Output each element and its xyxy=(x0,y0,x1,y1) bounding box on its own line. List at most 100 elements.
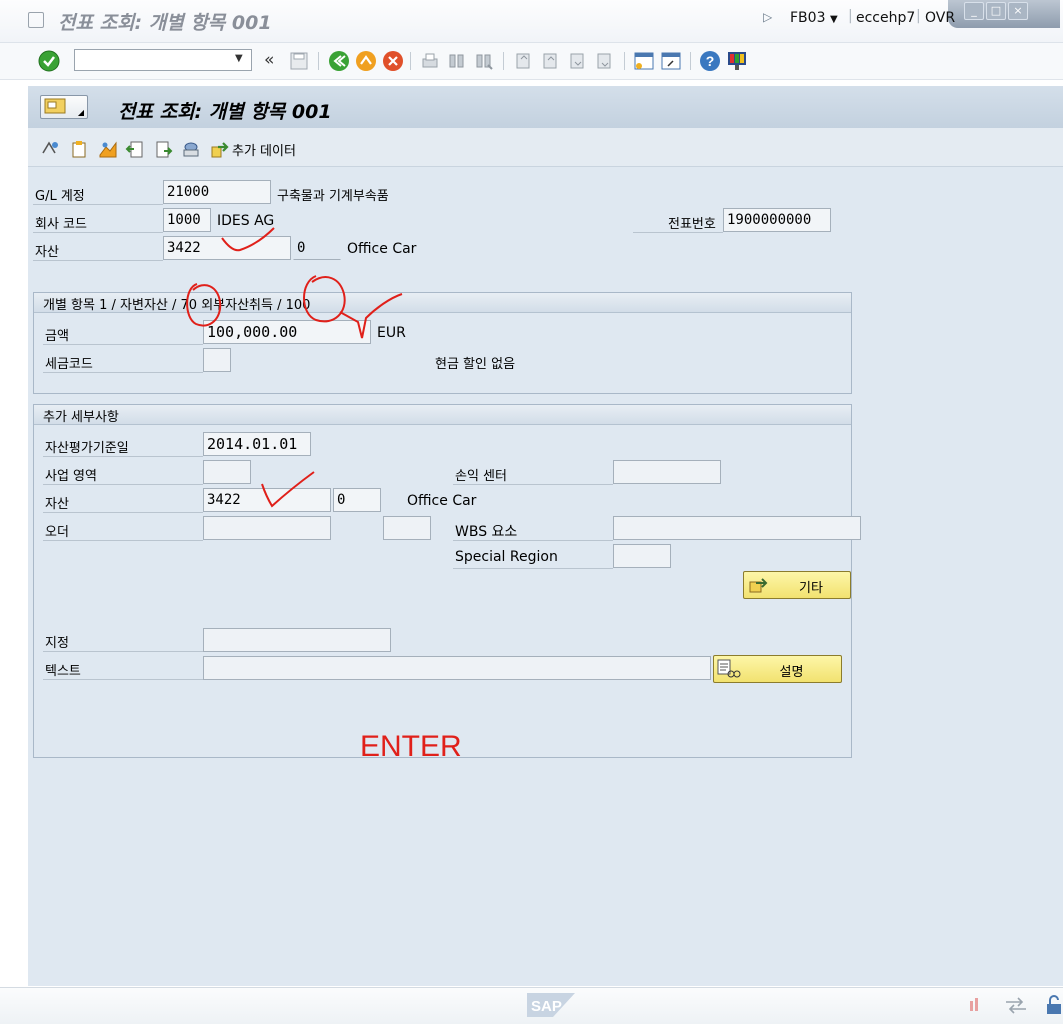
value-date-field[interactable]: 2014.01.01 xyxy=(203,432,311,456)
additional-data-button[interactable]: 추가 데이터 xyxy=(232,140,296,159)
screen-menu-button[interactable]: ◢ xyxy=(40,95,88,119)
gl-account-field[interactable]: 21000 xyxy=(163,180,271,204)
additional-details-header: 추가 세부사항 xyxy=(34,405,851,425)
status-transaction[interactable]: FB03 ▼ xyxy=(790,10,838,26)
window-controls: _ □ × xyxy=(948,0,1060,28)
label-underline xyxy=(43,344,203,345)
cancel-icon[interactable] xyxy=(382,50,404,72)
next-item-icon[interactable] xyxy=(154,139,174,159)
tax-code-label: 세금코드 xyxy=(45,357,93,372)
line-item-group: 개별 항목 1 / 자변자산 / 70 외부자산취득 / 100 xyxy=(33,292,852,394)
back-icon[interactable] xyxy=(328,50,350,72)
label-underline xyxy=(43,679,203,680)
transaction-code: FB03 xyxy=(790,10,826,26)
sap-gui-status-icon xyxy=(970,998,978,1011)
order-extra-field[interactable] xyxy=(383,516,431,540)
window-title: 전표 조회: 개별 항목 001 xyxy=(58,12,272,34)
collapse-toolbar-icon[interactable]: « xyxy=(264,50,274,70)
value-date-label: 자산평가기준일 xyxy=(45,441,129,456)
toolbar-separator xyxy=(410,52,411,70)
document-header-icon[interactable] xyxy=(69,139,89,159)
print-item-icon[interactable] xyxy=(181,139,201,159)
asset-subnumber-field[interactable]: 0 xyxy=(293,236,341,260)
menu-icon xyxy=(44,98,66,114)
last-page-icon[interactable] xyxy=(594,51,614,71)
profit-center-field[interactable] xyxy=(613,460,721,484)
overview-icon[interactable] xyxy=(98,139,118,159)
label-underline xyxy=(633,232,723,233)
command-field[interactable] xyxy=(74,49,252,71)
new-session-icon[interactable] xyxy=(633,50,655,72)
describe-button[interactable]: 설명 xyxy=(713,655,842,683)
asset-number-field[interactable]: 3422 xyxy=(163,236,291,260)
special-region-field[interactable] xyxy=(613,544,671,568)
business-area-field[interactable] xyxy=(203,460,251,484)
maximize-button[interactable]: □ xyxy=(986,2,1006,20)
gl-account-label: G/L 계정 xyxy=(35,189,85,204)
label-underline xyxy=(43,372,203,373)
minimize-button[interactable]: _ xyxy=(964,2,984,20)
label-underline xyxy=(43,512,203,513)
amount-field[interactable]: 100,000.00 xyxy=(203,320,371,344)
find-next-icon[interactable] xyxy=(474,51,494,71)
asset-detail-description: Office Car xyxy=(407,493,477,509)
connection-icon xyxy=(1006,997,1026,1014)
more-button[interactable]: 기타 xyxy=(743,571,851,599)
previous-item-icon[interactable] xyxy=(125,139,145,159)
find-icon[interactable] xyxy=(447,51,467,71)
previous-page-icon[interactable] xyxy=(540,51,560,71)
title-slash: / xyxy=(277,298,282,313)
system-name: eccehp7 xyxy=(856,10,916,26)
text-field[interactable] xyxy=(203,656,711,680)
status-separator: | xyxy=(848,8,853,24)
svg-text:?: ? xyxy=(706,53,715,69)
transaction-name: 외부자산취득 xyxy=(201,298,273,313)
next-page-icon[interactable] xyxy=(567,51,587,71)
currency: EUR xyxy=(377,325,406,341)
sap-logo-icon: SAP xyxy=(527,993,575,1017)
exit-icon[interactable] xyxy=(355,50,377,72)
transaction-dropdown-icon[interactable]: ▼ xyxy=(830,14,838,25)
status-expand-icon[interactable]: ▷ xyxy=(763,10,772,24)
order-field[interactable] xyxy=(203,516,331,540)
close-button[interactable]: × xyxy=(1008,2,1028,20)
assignment-label: 지정 xyxy=(45,636,69,651)
asset-detail-field[interactable]: 3422 xyxy=(203,488,331,512)
tax-code-field[interactable] xyxy=(203,348,231,372)
first-page-icon[interactable] xyxy=(513,51,533,71)
asset-description: Office Car xyxy=(347,241,417,257)
profit-center-label: 손익 센터 xyxy=(455,469,507,484)
window-menu-icon[interactable] xyxy=(28,12,44,28)
toolbar-separator xyxy=(690,52,691,70)
describe-button-label: 설명 xyxy=(779,665,804,680)
asset-detail-label: 자산 xyxy=(45,497,69,512)
document-number-field[interactable]: 1900000000 xyxy=(723,208,831,232)
label-underline xyxy=(43,651,203,652)
label-underline xyxy=(453,540,613,541)
assignment-field[interactable] xyxy=(203,628,391,652)
label-underline xyxy=(43,456,203,457)
customize-layout-icon[interactable] xyxy=(726,50,748,72)
lock-icon xyxy=(1047,995,1061,1014)
label-underline xyxy=(453,484,613,485)
command-dropdown-icon[interactable]: ▼ xyxy=(235,53,243,64)
amount-label: 금액 xyxy=(45,329,69,344)
display-change-icon[interactable] xyxy=(40,139,60,159)
toolbar-separator xyxy=(318,52,319,70)
asset-detail-subnumber-field[interactable]: 0 xyxy=(333,488,381,512)
status-separator: | xyxy=(916,8,921,24)
screen-title: 전표 조회: 개별 항목 001 xyxy=(118,101,332,123)
company-code-field[interactable]: 1000 xyxy=(163,208,211,232)
shortcut-icon[interactable] xyxy=(660,50,682,72)
print-icon[interactable] xyxy=(420,51,440,71)
enter-icon[interactable] xyxy=(38,50,60,72)
svg-text:SAP: SAP xyxy=(531,998,562,1015)
additional-data-icon[interactable] xyxy=(210,139,230,159)
wbs-field[interactable] xyxy=(613,516,861,540)
menu-dropdown-icon: ◢ xyxy=(77,108,84,117)
more-button-label: 기타 xyxy=(799,581,823,596)
help-icon[interactable]: ? xyxy=(699,50,721,72)
save-icon[interactable] xyxy=(289,51,309,71)
posting-key: 70 xyxy=(180,298,198,313)
insert-mode: OVR xyxy=(925,10,956,26)
